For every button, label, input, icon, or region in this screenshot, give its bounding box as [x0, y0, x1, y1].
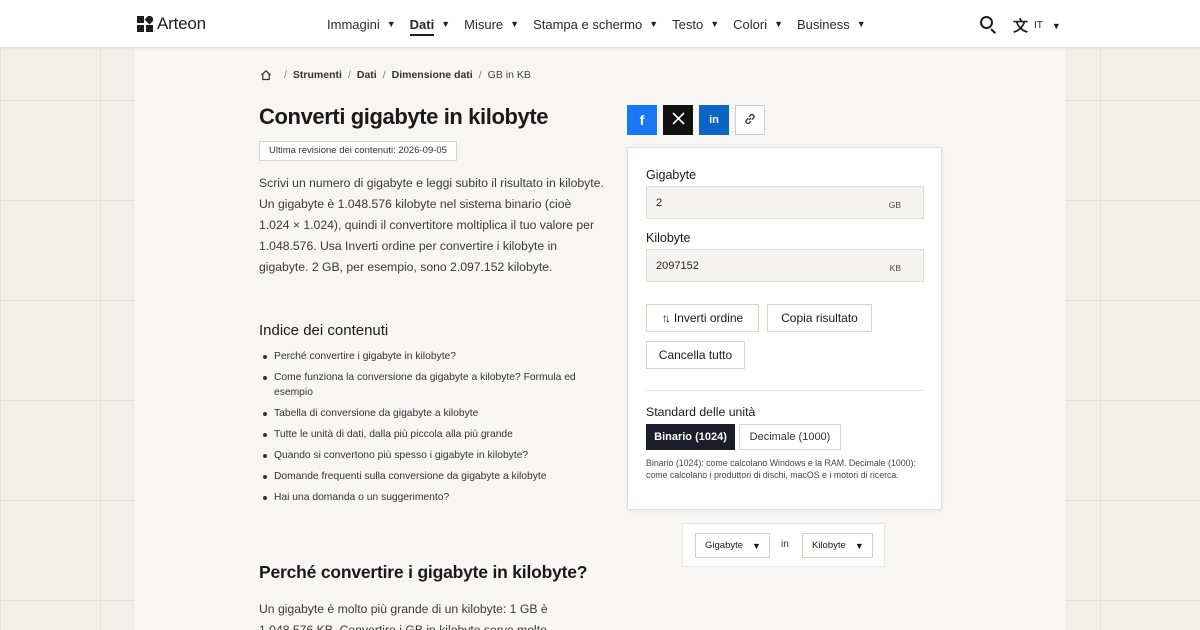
kilobyte-unit: KB	[889, 263, 901, 273]
swap-arrows-icon: ↑↓	[661, 311, 671, 325]
brand-mark-icon	[137, 14, 155, 32]
nav-item-misure[interactable]: Misure ▼	[464, 0, 519, 48]
kilobyte-label: Kilobyte	[646, 231, 691, 245]
to-unit-select[interactable]: Kilobyte ▼	[802, 533, 873, 558]
converter-card: Gigabyte GB Kilobyte KB ↑↓ Inverti ordin…	[627, 147, 942, 510]
caret-down-icon: ▼	[510, 19, 520, 29]
caret-down-icon: ▼	[856, 19, 866, 29]
intro-paragraph: Scrivi un numero di gigabyte e leggi sub…	[259, 176, 604, 274]
facebook-icon: f	[639, 112, 645, 128]
toc-item[interactable]: Come funziona la conversione da gigabyte…	[263, 370, 604, 400]
caret-down-icon: ▼	[649, 19, 659, 29]
breadcrumb-current: GB in KB	[487, 69, 531, 81]
kilobyte-field[interactable]: KB	[646, 249, 924, 282]
x-share-button[interactable]	[663, 105, 693, 135]
breadcrumb-separator: /	[382, 69, 386, 81]
breadcrumb-dimensione-dati[interactable]: Dimensione dati	[392, 69, 473, 81]
caret-down-icon: ▼	[752, 540, 761, 551]
caret-down-icon: ▼	[386, 19, 396, 29]
divider	[646, 390, 924, 391]
swap-order-button[interactable]: ↑↓ Inverti ordine	[646, 304, 759, 332]
breadcrumb-strumenti[interactable]: Strumenti	[293, 69, 342, 81]
nav-label: Dati	[409, 17, 435, 36]
clear-all-label: Cancella tutto	[658, 348, 733, 362]
revision-badge: Ultima revisione dei contenuti: 2026-09-…	[259, 141, 457, 161]
toc-item[interactable]: Perché convertire i gigabyte in kilobyte…	[263, 349, 604, 364]
nav-label: Colori	[733, 16, 768, 32]
toc-item[interactable]: Tutte le unità di dati, dalla più piccol…	[263, 427, 604, 442]
link-icon	[743, 112, 757, 129]
binary-toggle-button[interactable]: Binario (1024)	[646, 424, 735, 450]
nav-item-immagini[interactable]: Immagini ▼	[327, 0, 396, 48]
toc-title: Indice dei contenuti	[259, 322, 389, 339]
unit-selector: Gigabyte ▼ in Kilobyte ▼	[682, 523, 885, 567]
nav-item-business[interactable]: Business ▼	[797, 0, 866, 48]
nav-label: Misure	[464, 16, 504, 32]
main-nav: Immagini ▼ Dati ▼ Misure ▼ Stampa e sche…	[327, 0, 880, 48]
gigabyte-input[interactable]	[647, 187, 877, 218]
caret-down-icon: ▼	[1051, 20, 1061, 31]
main-content: / Strumenti / Dati / Dimensione dati / G…	[134, 48, 1066, 630]
nav-label: Business	[797, 16, 850, 32]
decimal-toggle-button[interactable]: Decimale (1000)	[739, 424, 841, 450]
facebook-share-button[interactable]: f	[627, 105, 657, 135]
toc-item[interactable]: Quando si convertono più spesso i gigaby…	[263, 448, 604, 463]
nav-item-testo[interactable]: Testo ▼	[672, 0, 719, 48]
search-icon-handle	[990, 28, 996, 34]
search-icon[interactable]	[979, 15, 997, 34]
page-title: Converti gigabyte in kilobyte	[259, 104, 549, 129]
clear-all-button[interactable]: Cancella tutto	[646, 341, 745, 369]
from-unit-select[interactable]: Gigabyte ▼	[695, 533, 770, 558]
linkedin-icon: in	[709, 114, 719, 126]
caret-down-icon: ▼	[710, 19, 720, 29]
copy-result-button[interactable]: Copia risultato	[767, 304, 872, 332]
share-buttons: f in	[627, 105, 765, 135]
toc-item[interactable]: Tabella di conversione da gigabyte a kil…	[263, 406, 604, 421]
nav-item-stampa-e-schermo[interactable]: Stampa e schermo ▼	[533, 0, 658, 48]
to-unit-value: Kilobyte	[812, 540, 846, 551]
gigabyte-unit: GB	[888, 200, 901, 210]
x-icon	[671, 112, 685, 128]
section-heading: Perché convertire i gigabyte in kilobyte…	[259, 562, 588, 582]
toc-item[interactable]: Domande frequenti sulla conversione da g…	[263, 469, 604, 484]
breadcrumb-separator: /	[478, 69, 482, 81]
breadcrumb-separator: /	[347, 69, 351, 81]
home-icon[interactable]	[260, 69, 272, 81]
nav-item-colori[interactable]: Colori ▼	[733, 0, 783, 48]
brand-name: Arteon	[157, 14, 206, 33]
breadcrumb: / Strumenti / Dati / Dimensione dati / G…	[260, 69, 531, 81]
standard-note: Binario (1024): come calcolano Windows e…	[646, 458, 916, 480]
brand-logo[interactable]: Arteon	[137, 14, 206, 34]
breadcrumb-dati[interactable]: Dati	[357, 69, 377, 81]
nav-item-dati[interactable]: Dati ▼	[409, 0, 451, 48]
top-navigation-bar: Arteon Immagini ▼ Dati ▼ Misure ▼ Stampa…	[0, 0, 1200, 48]
copy-result-label: Copia risultato	[781, 311, 858, 325]
caret-down-icon: ▼	[774, 19, 784, 29]
nav-label: Testo	[672, 16, 704, 32]
linkedin-share-button[interactable]: in	[699, 105, 729, 135]
from-unit-value: Gigabyte	[705, 540, 744, 551]
breadcrumb-separator: /	[284, 69, 287, 81]
section-paragraph: Un gigabyte è molto più grande di un kil…	[259, 602, 548, 630]
swap-order-label: Inverti ordine	[673, 311, 744, 325]
nav-label: Stampa e schermo	[533, 16, 643, 32]
caret-down-icon: ▼	[854, 540, 864, 551]
kilobyte-input[interactable]	[647, 250, 877, 281]
caret-down-icon: ▼	[441, 19, 451, 29]
gigabyte-label: Gigabyte	[646, 168, 697, 182]
nav-label: Immagini	[327, 16, 380, 32]
toc-item[interactable]: Hai una domanda o un suggerimento?	[263, 490, 604, 505]
selector-connector: in	[781, 539, 789, 550]
language-selector[interactable]: 文 IT ▼	[1013, 15, 1061, 36]
table-of-contents: Perché convertire i gigabyte in kilobyte…	[263, 349, 604, 511]
gigabyte-field[interactable]: GB	[646, 186, 924, 219]
unit-standard-label: Standard delle unità	[646, 405, 756, 419]
translate-icon: 文	[1013, 18, 1029, 35]
copy-link-button[interactable]	[735, 105, 765, 135]
language-code: IT	[1034, 20, 1043, 31]
